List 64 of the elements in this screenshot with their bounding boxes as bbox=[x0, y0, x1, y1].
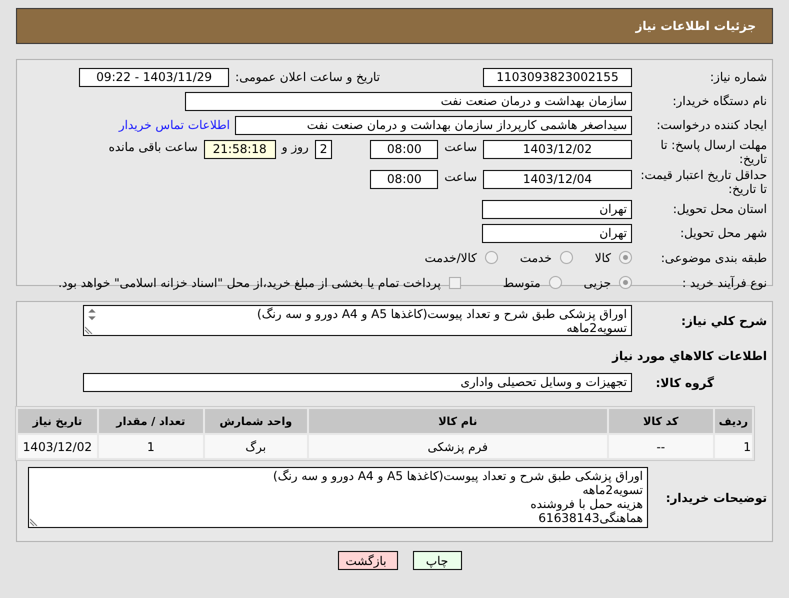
field-label: مهلت ارسال پاسخ: تا تاریخ: bbox=[659, 138, 767, 166]
table-cell: فرم پزشکی bbox=[308, 435, 607, 458]
radio-button[interactable] bbox=[619, 276, 632, 289]
option-label: متوسط bbox=[502, 276, 541, 290]
field-label: روز و bbox=[280, 140, 310, 154]
field-label: طبقه بندی موضوعی: bbox=[660, 250, 767, 264]
field-label: شماره نیاز: bbox=[709, 70, 767, 84]
option-label: جزیی bbox=[584, 276, 611, 290]
field-label: نام دستگاه خریدار: bbox=[672, 94, 767, 108]
option-label: کالا bbox=[594, 250, 611, 264]
text-field[interactable]: تهران bbox=[482, 224, 632, 242]
option-label: خدمت bbox=[520, 250, 552, 264]
option-label: کالا/خدمت bbox=[424, 250, 477, 264]
radio-button[interactable] bbox=[484, 251, 498, 264]
column-header: واحد شمارش bbox=[204, 409, 307, 433]
column-header: تعداد / مقدار bbox=[98, 409, 203, 433]
column-header: نام کالا bbox=[308, 409, 607, 433]
field-label: نوع فرآیند خرید : bbox=[681, 276, 767, 290]
text-field[interactable]: 1403/11/29 - 09:22 bbox=[79, 68, 230, 86]
column-header: تاریخ نیاز bbox=[18, 409, 97, 433]
field-label: تاریخ و ساعت اعلان عمومی: bbox=[235, 70, 380, 84]
text-field[interactable]: تهران bbox=[482, 200, 632, 218]
text-field[interactable]: سیداصغر هاشمی کارپرداز سازمان بهداشت و درمان صنعت نفت bbox=[235, 116, 632, 134]
back-button[interactable]: بازگشت bbox=[338, 551, 398, 570]
text-field[interactable]: 1103093823002155 bbox=[483, 68, 632, 86]
table-cell: 1403/12/02 bbox=[18, 435, 97, 458]
field-label: ساعت bbox=[443, 140, 478, 154]
table-cell: -- bbox=[608, 435, 713, 458]
notes-field[interactable]: اوراق پزشکی طبق شرح و تعداد پیوست(کاغذها A5 و A4 دورو و سه رنگ) تسویه2ماهه هزینه حمل با فروشنده هماهنگی61638143 bbox=[28, 467, 648, 528]
field-label: توضیحات خریدار: bbox=[667, 490, 767, 504]
radio-button[interactable] bbox=[548, 276, 562, 289]
contact-link[interactable]: اطلاعات تماس خریدار bbox=[118, 118, 230, 132]
checkbox[interactable] bbox=[448, 276, 461, 288]
column-header: کد کالا bbox=[608, 409, 713, 433]
table-cell: برگ bbox=[204, 435, 307, 458]
field-label: گروه کالا: bbox=[654, 376, 715, 390]
resize-grip-icon[interactable] bbox=[30, 518, 38, 526]
field-label: ساعت باقی مانده bbox=[108, 140, 199, 154]
text-field[interactable]: سازمان بهداشت و درمان صنعت نفت bbox=[185, 92, 632, 110]
text-field[interactable]: 08:00 bbox=[370, 140, 438, 159]
radio-button[interactable] bbox=[560, 251, 573, 264]
radio-button[interactable] bbox=[619, 251, 632, 264]
section-heading: اطلاعات کالاهاي مورد نياز bbox=[612, 348, 767, 365]
text-field[interactable]: 2 bbox=[314, 140, 332, 159]
field-label: ساعت bbox=[443, 170, 478, 184]
scroll-arrows-icon[interactable] bbox=[87, 308, 97, 321]
text-field[interactable]: 1403/12/02 bbox=[483, 140, 632, 159]
print-button[interactable]: چاپ bbox=[412, 551, 462, 570]
text-field[interactable]: 21:58:18 bbox=[204, 140, 276, 159]
field-label: شهر محل تحویل: bbox=[679, 226, 767, 240]
field-label: استان محل تحویل: bbox=[672, 202, 767, 216]
resize-grip-icon[interactable] bbox=[85, 326, 93, 334]
field-label: حداقل تاریخ اعتبار قیمت: تا تاریخ: bbox=[639, 168, 767, 196]
table-cell: 1 bbox=[98, 435, 203, 458]
page-title: جزئیات اطلاعات نیاز bbox=[635, 19, 756, 33]
field-label: ایجاد کننده درخواست: bbox=[655, 118, 767, 132]
description-field[interactable]: اوراق پزشکی طبق شرح و تعداد پیوست(کاغذها A5 و A4 دورو و سه رنگ) تسویه2ماهه bbox=[83, 305, 632, 336]
field-label: شرح کلي نياز: bbox=[680, 314, 767, 328]
table-cell: 1 bbox=[714, 435, 752, 458]
checkbox-label: پرداخت تمام یا بخشی از مبلغ خرید،از محل "اسناد خزانه اسلامی" خواهد بود. bbox=[58, 276, 441, 290]
text-field[interactable]: 1403/12/04 bbox=[483, 170, 632, 189]
text-field[interactable]: 08:00 bbox=[370, 170, 438, 189]
column-header: ردیف bbox=[714, 409, 752, 433]
text-field[interactable]: تجهیزات و وسایل تحصیلی واداری bbox=[83, 373, 632, 392]
